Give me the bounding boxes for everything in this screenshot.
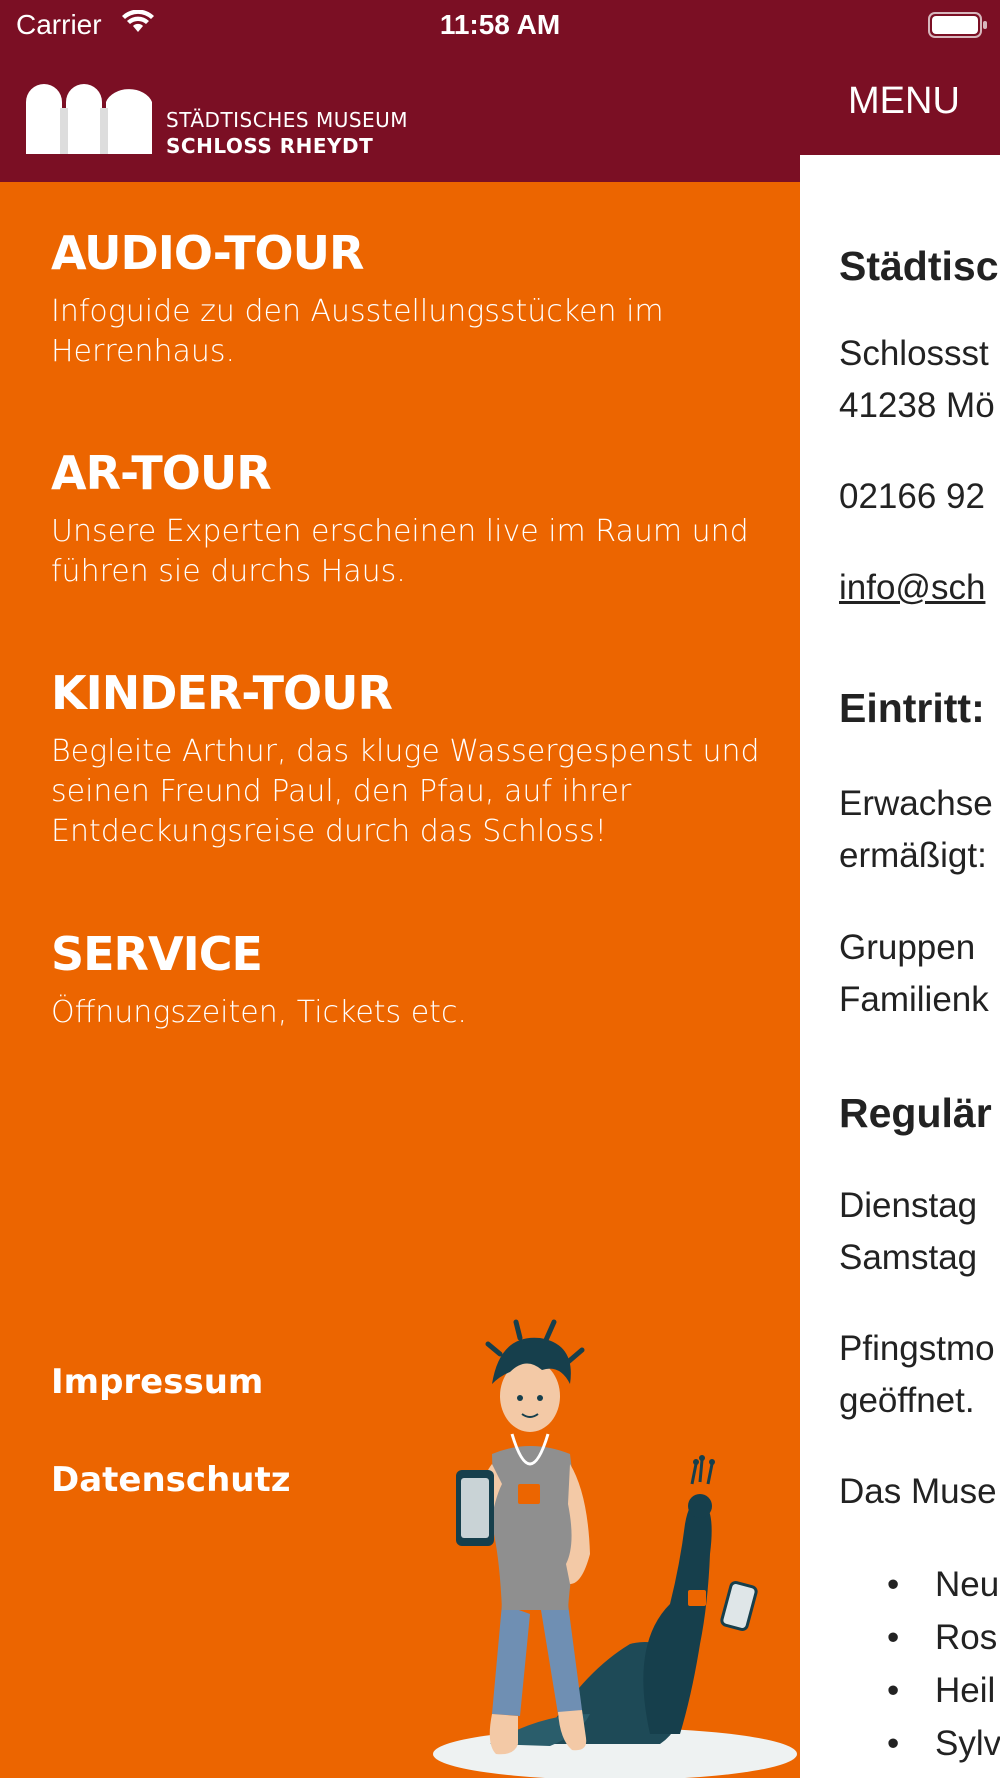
entry-reduced: ermäßigt: xyxy=(839,836,987,875)
status-bar: Carrier 11:58 AM xyxy=(0,0,1000,52)
email-link[interactable]: info@sch xyxy=(839,561,985,614)
menu-item-title: SERVICE xyxy=(51,927,263,981)
entry-adult: Erwachse xyxy=(839,784,993,823)
menu-item-ar-tour[interactable]: AR-TOUR Unsere Experten erscheinen live … xyxy=(51,446,771,592)
hours-saturday: Samstag xyxy=(839,1238,978,1277)
museum-heading: Städtisc xyxy=(839,243,999,289)
list-item: Neu xyxy=(887,1565,999,1605)
battery-icon xyxy=(928,12,988,42)
phone-number[interactable]: 02166 92 xyxy=(839,470,985,523)
hours-tuesday: Dienstag xyxy=(839,1186,978,1225)
family-line: Familienk xyxy=(839,980,989,1019)
logo-line-2: SCHLOSS RHEYDT xyxy=(166,134,374,158)
groups-line: Gruppen xyxy=(839,928,976,967)
menu-item-title: AR-TOUR xyxy=(51,446,272,500)
logo-wordmark: STÄDTISCHES MUSEUM SCHLOSS RHEYDT xyxy=(166,108,408,158)
menu-item-description: Öffnungszeiten, Tickets etc. xyxy=(51,995,467,1030)
arthur-and-peacock-illustration xyxy=(430,1314,800,1778)
address-line-1: Schlossst xyxy=(839,334,989,373)
museum-logo-icon[interactable] xyxy=(26,84,154,158)
service-content-pane: Städtisc Schlossst 41238 Mö 02166 92 inf… xyxy=(800,155,1000,1778)
menu-button[interactable]: MENU xyxy=(848,80,960,123)
museum-closed-line: Das Muse xyxy=(839,1472,997,1511)
menu-item-title: KINDER-TOUR xyxy=(51,666,393,720)
entry-heading: Eintritt: xyxy=(839,685,985,731)
menu-item-description: Infoguide zu den Ausstellungsstücken im … xyxy=(51,294,664,369)
menu-item-description: Begleite Arthur, das kluge Wassergespens… xyxy=(51,734,760,849)
menu-item-title: AUDIO-TOUR xyxy=(51,226,364,280)
holiday-line-1: Pfingstmo xyxy=(839,1329,995,1368)
menu-item-service[interactable]: SERVICE Öffnungszeiten, Tickets etc. xyxy=(51,927,771,1033)
datenschutz-link[interactable]: Datenschutz xyxy=(51,1460,291,1500)
list-item: Heil xyxy=(887,1671,996,1711)
logo-line-1: STÄDTISCHES MUSEUM xyxy=(166,108,409,132)
side-menu: AUDIO-TOUR Infoguide zu den Ausstellungs… xyxy=(0,182,800,1778)
regular-hours-heading: Regulär xyxy=(839,1090,992,1136)
menu-item-audio-tour[interactable]: AUDIO-TOUR Infoguide zu den Ausstellungs… xyxy=(51,226,771,372)
clock: 11:58 AM xyxy=(439,9,561,40)
impressum-link[interactable]: Impressum xyxy=(51,1362,263,1402)
list-item: Sylv xyxy=(887,1724,1000,1764)
holiday-line-2: geöffnet. xyxy=(839,1381,975,1420)
address-line-2: 41238 Mö xyxy=(839,386,995,425)
menu-item-kinder-tour[interactable]: KINDER-TOUR Begleite Arthur, das kluge W… xyxy=(51,666,771,852)
menu-item-description: Unsere Experten erscheinen live im Raum … xyxy=(51,514,749,589)
list-item: Ros xyxy=(887,1618,997,1658)
